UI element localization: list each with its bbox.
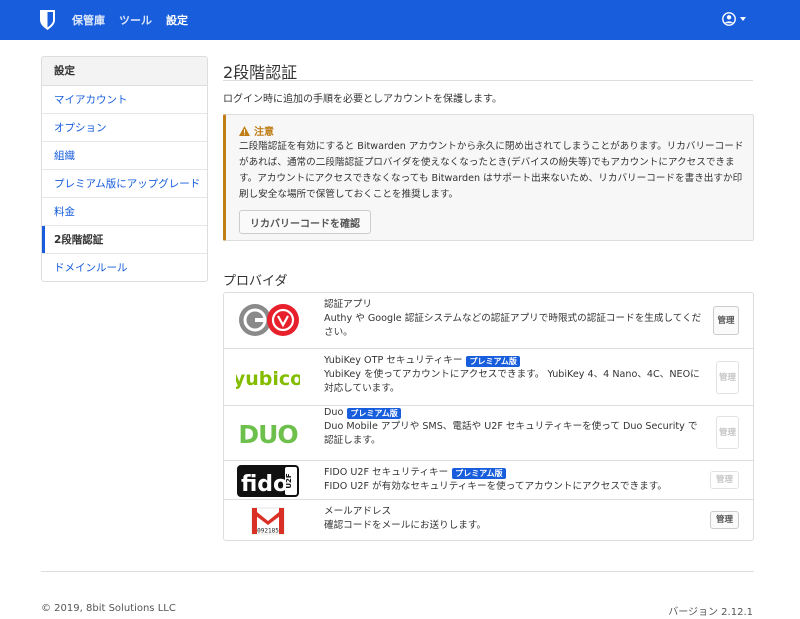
provider-email: 092185 メールアドレス 確認コードをメールにお送りします。 管理 (224, 499, 753, 541)
yubico-logo: yubico (236, 368, 300, 390)
provider-description: Authy や Google 認証システムなどの認証アプリで時限式の認証コードを… (324, 313, 702, 338)
sidebar-item-my-account[interactable]: マイアカウント (42, 86, 207, 114)
nav-tools-link[interactable]: ツール (119, 12, 152, 28)
sidebar-heading: 設定 (42, 57, 207, 86)
provider-body: 認証アプリ Authy や Google 認証システムなどの認証アプリで時限式の… (324, 298, 704, 340)
footer-copyright: © 2019, 8bit Solutions LLC (41, 603, 176, 614)
yubico-logo-text: yubico (236, 368, 300, 390)
provider-description: 確認コードをメールにお送りします。 (324, 520, 487, 531)
fido-logo-text: fido (241, 472, 288, 497)
email-code-text: 092185 (257, 528, 279, 535)
nav-settings-link[interactable]: 設定 (166, 12, 188, 28)
fido-u2f-logo: fido U2F (237, 465, 299, 497)
sidebar-item-two-step-login[interactable]: 2段階認証 (42, 226, 207, 254)
manage-authenticator-button[interactable]: 管理 (713, 306, 739, 335)
page-intro: ログイン時に追加の手順を必要としアカウントを保護します。 (223, 94, 502, 105)
provider-name: Duo プレミアム版 (324, 406, 704, 420)
bitwarden-shield-icon[interactable] (40, 10, 55, 30)
settings-sidebar: 設定 マイアカウント オプション 組織 プレミアム版にアップグレード 料金 2段… (41, 56, 208, 282)
provider-name: FIDO U2F セキュリティキー プレミアム版 (324, 466, 704, 480)
warning-title-text: 注意 (254, 127, 274, 138)
user-circle-icon (722, 12, 736, 26)
nav-links: 保管庫 ツール 設定 (72, 0, 202, 40)
warning-callout: 注意 二段階認証を有効にすると Bitwarden アカウントから永久に閉め出さ… (223, 114, 754, 241)
view-recovery-code-button[interactable]: リカバリーコードを確認 (239, 210, 371, 234)
title-divider (223, 80, 753, 81)
sidebar-item-domain-rules[interactable]: ドメインルール (42, 254, 207, 281)
warning-text: 二段階認証を有効にすると Bitwarden アカウントから永久に閉め出されてし… (239, 141, 744, 200)
provider-description: FIDO U2F が有効なセキュリティキーを使ってアカウントにアクセスできます。 (324, 481, 667, 492)
provider-duo: DUO Duo プレミアム版 Duo Mobile アプリや SMS、電話や U2… (224, 405, 753, 460)
provider-body: FIDO U2F セキュリティキー プレミアム版 FIDO U2F が有効なセキュ… (324, 466, 704, 494)
providers-heading: プロバイダ (223, 274, 288, 289)
user-menu-toggle[interactable] (722, 12, 746, 26)
manage-email-button[interactable]: 管理 (710, 511, 739, 529)
email-logo: 092185 (251, 507, 285, 535)
provider-fido-u2f: fido U2F FIDO U2F セキュリティキー プレミアム版 FIDO U2… (224, 460, 753, 499)
premium-badge: プレミアム版 (347, 407, 401, 419)
provider-name: YubiKey OTP セキュリティキー プレミアム版 (324, 354, 704, 368)
provider-name: 認証アプリ (324, 299, 372, 310)
provider-body: Duo プレミアム版 Duo Mobile アプリや SMS、電話や U2F セキ… (324, 406, 704, 448)
nav-vault-link[interactable]: 保管庫 (72, 12, 105, 28)
provider-body: YubiKey OTP セキュリティキー プレミアム版 YubiKey を使ってア… (324, 354, 704, 396)
warning-icon (239, 125, 250, 136)
provider-description: YubiKey を使ってアカウントにアクセスできます。 YubiKey 4、4 … (324, 369, 700, 394)
authenticator-app-logo (239, 304, 299, 336)
provider-yubikey: yubico YubiKey OTP セキュリティキー プレミアム版 YubiKe… (224, 348, 753, 405)
premium-badge: プレミアム版 (452, 467, 506, 479)
sidebar-item-go-premium[interactable]: プレミアム版にアップグレード (42, 170, 207, 198)
sidebar-item-billing[interactable]: 料金 (42, 198, 207, 226)
manage-yubikey-button[interactable]: 管理 (716, 361, 739, 394)
manage-fido-u2f-button[interactable]: 管理 (710, 471, 739, 489)
sidebar-item-organizations[interactable]: 組織 (42, 142, 207, 170)
u2f-logo-text: U2F (285, 473, 293, 489)
provider-description: Duo Mobile アプリや SMS、電話や U2F セキュリティキーを使って… (324, 421, 698, 446)
top-navbar: 保管庫 ツール 設定 (0, 0, 800, 40)
chevron-down-icon (740, 17, 746, 21)
providers-list: 認証アプリ Authy や Google 認証システムなどの認証アプリで時限式の… (223, 292, 754, 541)
manage-duo-button[interactable]: 管理 (716, 416, 739, 449)
footer-divider (41, 571, 754, 572)
warning-title: 注意 (239, 123, 274, 138)
duo-logo: DUO (236, 420, 300, 449)
premium-badge: プレミアム版 (466, 355, 520, 367)
provider-name: メールアドレス (324, 506, 392, 517)
footer-version: バージョン 2.12.1 (668, 607, 753, 618)
provider-authenticator: 認証アプリ Authy や Google 認証システムなどの認証アプリで時限式の… (224, 293, 753, 348)
duo-logo-text: DUO (238, 420, 297, 449)
provider-body: メールアドレス 確認コードをメールにお送りします。 (324, 505, 704, 533)
sidebar-item-options[interactable]: オプション (42, 114, 207, 142)
